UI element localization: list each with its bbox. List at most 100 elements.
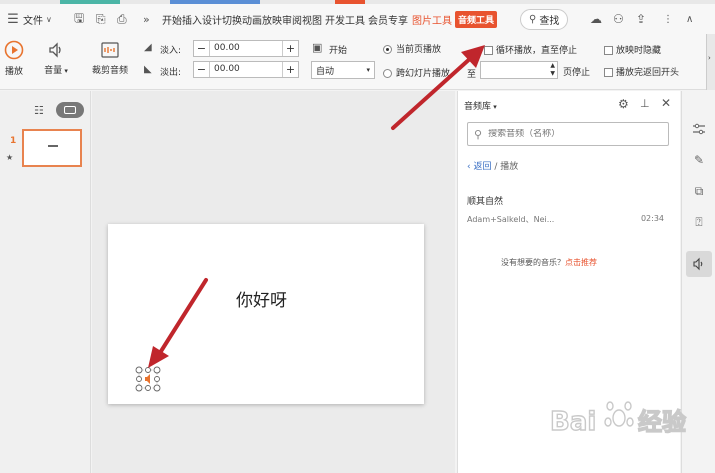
- audio-library-title-text: 音频库: [464, 102, 492, 112]
- stop-page-stepper[interactable]: ▲ ▼: [480, 61, 558, 79]
- tab-animation[interactable]: 动画: [242, 11, 262, 28]
- settings-icon[interactable]: ⚙: [618, 97, 629, 111]
- fade-in-value[interactable]: 00.00: [209, 41, 283, 56]
- rewind-after-play-checkbox[interactable]: 播放完返回开头: [604, 65, 679, 78]
- tab-review[interactable]: 审阅: [282, 11, 302, 28]
- fade-out-label: 淡出:: [160, 68, 182, 78]
- thumbnail-view-icon: [64, 106, 76, 114]
- slide-number: 1: [10, 136, 17, 146]
- volume-button[interactable]: 音量 ▾: [40, 40, 72, 76]
- print-preview-icon[interactable]: ⎘: [96, 12, 106, 27]
- speaker-icon: [693, 257, 703, 271]
- tab-insert[interactable]: 插入: [182, 11, 202, 28]
- back-link[interactable]: ‹ 返回: [467, 162, 491, 172]
- tab-view[interactable]: 视图: [302, 11, 322, 28]
- fade-out-icon: ◣: [144, 64, 152, 75]
- audio-library-title[interactable]: 音频库 ▾: [464, 99, 497, 112]
- annotation-arrow-shaft: [156, 278, 208, 358]
- rewind-after-play-label: 播放完返回开头: [616, 68, 680, 78]
- start-select[interactable]: 自动 ▾: [311, 61, 375, 79]
- ribbon-tabs: 开始 插入 设计 切换 动画 放映 审阅 视图 开发工具 会员专享 图片工具 音…: [162, 10, 498, 28]
- tab-transition[interactable]: 切换: [222, 11, 242, 28]
- trim-audio-icon: [101, 42, 119, 58]
- share-icon[interactable]: ⚇: [613, 12, 624, 26]
- annotation-arrow-head: [148, 346, 169, 368]
- search-icon: ⚲: [529, 13, 537, 25]
- more-options-icon[interactable]: ⋮: [663, 14, 673, 25]
- tab-design[interactable]: 设计: [202, 11, 222, 28]
- slide-editing-canvas: 你好呀: [92, 91, 455, 473]
- chevron-right-icon: ›: [708, 54, 711, 62]
- audio-search-input[interactable]: [488, 129, 659, 139]
- magic-pen-icon[interactable]: ✎: [689, 150, 709, 170]
- trim-audio-button[interactable]: 裁剪音频: [88, 40, 132, 76]
- fade-out-value[interactable]: 00.00: [209, 62, 283, 77]
- fade-out-decrease-button[interactable]: −: [194, 62, 209, 77]
- audio-ribbon: 播放 音量 ▾ 裁剪音频 ◢ 淡入: − 00.00 + ◣ 淡出: − 00.…: [0, 34, 715, 90]
- breadcrumb-separator: /: [494, 162, 498, 172]
- track-title: 顺其自然: [467, 197, 504, 207]
- breadcrumb-current: 播放: [500, 162, 519, 172]
- tab-home[interactable]: 开始: [162, 11, 182, 28]
- checkbox-icon: [604, 67, 613, 77]
- slide-layout-icon[interactable]: ⧉: [689, 181, 709, 201]
- search-button[interactable]: ⚲ 查找: [520, 8, 569, 30]
- slide-thumbnail[interactable]: [22, 129, 82, 167]
- hide-when-playing-label: 放映时隐藏: [616, 46, 662, 56]
- slide-text-box[interactable]: 你好呀: [236, 286, 287, 311]
- save-icon[interactable]: 🖫: [74, 9, 84, 30]
- hamburger-icon: ☰: [7, 11, 19, 27]
- tab-picture-tools[interactable]: 图片工具: [412, 11, 452, 28]
- start-select-value: 自动: [316, 66, 335, 77]
- outline-view-icon[interactable]: ☷: [34, 104, 44, 117]
- loop-play-checkbox[interactable]: 循环播放，直至停止: [484, 43, 577, 56]
- audio-search-box[interactable]: ⚲: [467, 122, 669, 146]
- collapse-ribbon-icon[interactable]: ∧: [686, 14, 693, 25]
- audio-library-toggle[interactable]: [686, 251, 712, 277]
- stepper-arrows-icon[interactable]: ▲ ▼: [550, 62, 555, 78]
- hide-when-playing-checkbox[interactable]: 放映时隐藏: [604, 43, 661, 56]
- play-icon: [4, 40, 24, 60]
- fade-in-increase-button[interactable]: +: [283, 41, 298, 56]
- back-link-label: 返回: [473, 162, 492, 172]
- no-music-text: 没有想要的音乐？: [501, 258, 565, 267]
- volume-label: 音量: [44, 66, 63, 76]
- tab-slideshow[interactable]: 放映: [262, 11, 282, 28]
- fade-out-increase-button[interactable]: +: [283, 62, 298, 77]
- no-music-hint: 没有想要的音乐？点击推荐: [501, 257, 597, 268]
- recommend-link[interactable]: 点击推荐: [565, 258, 597, 267]
- fade-in-label: 淡入:: [160, 46, 182, 56]
- pin-icon[interactable]: ⊥: [640, 97, 650, 110]
- upload-icon[interactable]: ⇪: [636, 12, 646, 26]
- tab-member[interactable]: 会员专享: [368, 11, 408, 28]
- file-menu[interactable]: ☰ 文件 ∨: [6, 12, 52, 27]
- start-icon: ▣: [312, 41, 323, 54]
- track-artist: Adam+Salkeld、Nei...: [467, 215, 555, 224]
- dropdown-caret-icon: ▾: [491, 103, 497, 111]
- fade-out-stepper[interactable]: − 00.00 +: [193, 61, 299, 78]
- cloud-icon[interactable]: ☁: [590, 12, 602, 26]
- fade-in-decrease-button[interactable]: −: [194, 41, 209, 56]
- baidu-jingyan-watermark: Bai 经验: [549, 401, 687, 438]
- thumbnail-view-toggle[interactable]: [56, 102, 84, 118]
- search-icon: ⚲: [474, 127, 483, 141]
- tab-audio-tools[interactable]: 音频工具: [455, 10, 498, 28]
- speaker-icon: [49, 42, 61, 58]
- file-menu-label: 文件: [23, 15, 43, 27]
- ribbon-scroll-button[interactable]: ›: [706, 34, 715, 90]
- fade-in-stepper[interactable]: − 00.00 +: [193, 40, 299, 57]
- slide-thumbnails-panel: ☷ 1 ★: [0, 91, 91, 473]
- sliders-icon[interactable]: [689, 119, 709, 139]
- close-icon[interactable]: ✕: [661, 96, 671, 110]
- audio-track-item[interactable]: 顺其自然 Adam+Salkeld、Nei... 02:34: [467, 194, 672, 230]
- help-icon[interactable]: ⍰: [689, 212, 709, 232]
- print-icon[interactable]: ⎙: [117, 12, 127, 27]
- start-label: 开始: [329, 46, 348, 56]
- play-button[interactable]: 播放: [3, 40, 25, 77]
- annotation-arrow: [148, 278, 208, 368]
- fade-in-icon: ◢: [144, 42, 152, 53]
- svg-text:经验: 经验: [638, 408, 686, 436]
- more-icon[interactable]: »: [143, 13, 150, 26]
- tab-developer[interactable]: 开发工具: [325, 11, 365, 28]
- breadcrumb: ‹ 返回 / 播放: [467, 159, 518, 172]
